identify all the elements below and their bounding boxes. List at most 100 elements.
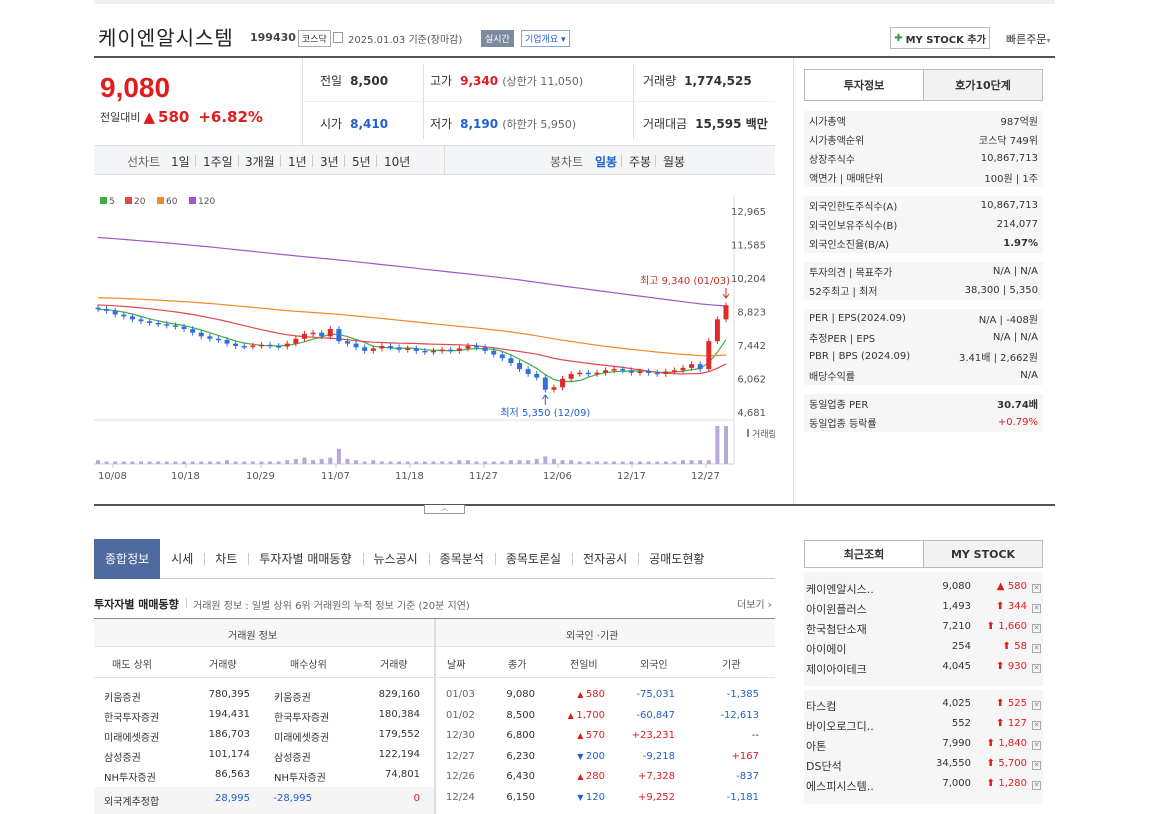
recent-name[interactable]: 바이오로그디.. xyxy=(806,718,874,734)
period-5y[interactable]: 5년 xyxy=(352,153,371,170)
invest-label: PER | EPS(2024.09) xyxy=(809,313,906,324)
daily-date: 12/24 xyxy=(446,791,475,803)
recent-item[interactable]: 바이오로그디.. 552 ⬆ 127 ✕ xyxy=(806,715,1043,735)
collapse-toggle[interactable]: ︿ xyxy=(424,505,465,514)
foreign-inst-header: 외국인 ·기관 xyxy=(566,631,619,642)
company-info-button[interactable]: 기업개요 ▾ xyxy=(521,30,570,47)
volume-bar xyxy=(293,458,298,464)
remove-icon[interactable]: ✕ xyxy=(1032,624,1041,633)
invest-value: 1.97% xyxy=(1003,238,1038,249)
nav-tab[interactable]: 뉴스공시 xyxy=(362,539,429,579)
plus-icon: ✚ xyxy=(894,32,903,44)
recent-item[interactable]: 아톤 7,990 ⬆ 1,840 ✕ xyxy=(806,735,1043,755)
period-10y[interactable]: 10년 xyxy=(384,153,410,170)
volume-bar xyxy=(233,461,238,464)
quick-order-button[interactable]: 빠른주문▾ xyxy=(1006,31,1051,47)
invest-value: 38,300 | 5,350 xyxy=(964,285,1038,296)
remove-icon[interactable]: ✕ xyxy=(1032,584,1041,593)
nav-tab[interactable]: 종목토론실 xyxy=(494,539,572,579)
sell-broker[interactable]: 키움증권 xyxy=(104,689,141,704)
more-link[interactable]: 더보기 › xyxy=(737,596,772,611)
candle-weekly[interactable]: 주봉 xyxy=(629,153,651,170)
recent-item[interactable]: 타스컴 4,025 ⬆ 525 ✕ xyxy=(806,695,1043,715)
recent-name[interactable]: 케이엔알시스.. xyxy=(806,581,874,597)
nav-tab[interactable]: 차트 xyxy=(204,539,248,579)
invest-row: 배당수익률 N/A xyxy=(804,366,1043,385)
volume-bar xyxy=(397,461,402,464)
remove-icon[interactable]: ✕ xyxy=(1032,664,1041,673)
period-1y[interactable]: 1년 xyxy=(288,153,307,170)
remove-icon[interactable]: ✕ xyxy=(1032,701,1041,710)
remove-icon[interactable]: ✕ xyxy=(1032,644,1041,653)
recent-name[interactable]: 아톤 xyxy=(806,738,826,754)
tab-invest-info[interactable]: 투자정보 xyxy=(805,70,923,100)
candle-body xyxy=(344,341,350,344)
remove-icon[interactable]: ✕ xyxy=(1032,781,1041,790)
recent-name[interactable]: 한국첨단소재 xyxy=(806,621,867,637)
period-3m[interactable]: 3개월 xyxy=(245,153,275,170)
trading-title: 투자자별 매매동향 xyxy=(94,598,179,611)
candle-body xyxy=(568,373,574,379)
remove-icon[interactable]: ✕ xyxy=(1032,761,1041,770)
invest-label: 상장주식수 xyxy=(809,155,855,166)
divider xyxy=(303,101,775,102)
add-mystock-button[interactable]: ✚ MY STOCK 추가 xyxy=(890,27,990,49)
recent-name[interactable]: 아이윈플러스 xyxy=(806,601,867,617)
remove-icon[interactable]: ✕ xyxy=(1032,604,1041,613)
sell-broker[interactable]: 삼성증권 xyxy=(104,749,141,764)
tab-mystock[interactable]: MY STOCK xyxy=(923,541,1042,567)
nav-tab[interactable]: 시세 xyxy=(160,539,204,579)
candle-daily[interactable]: 일봉 xyxy=(595,153,617,170)
recent-item[interactable]: 제이아이테크 4,045 ⬆ 930 ✕ xyxy=(806,658,1043,678)
volume-bar xyxy=(457,460,462,464)
nav-tab[interactable]: 공매도현황 xyxy=(638,539,715,579)
column-header: 외국인 xyxy=(640,660,668,671)
volume-bar xyxy=(250,461,255,464)
nav-tab[interactable]: 투자자별 매매동향 xyxy=(248,539,362,579)
recent-name[interactable]: 제이아이테크 xyxy=(806,661,867,677)
tab-orderbook[interactable]: 호가10단계 xyxy=(923,70,1042,100)
buy-broker[interactable]: 삼성증권 xyxy=(274,749,311,764)
buy-broker[interactable]: 미래에셋증권 xyxy=(274,729,329,744)
recent-name[interactable]: 타스컴 xyxy=(806,698,836,714)
recent-item[interactable]: 아이에이 254 ⬆ 58 ✕ xyxy=(806,638,1043,658)
recent-name[interactable]: 에스피시스템.. xyxy=(806,778,874,794)
recent-name[interactable]: DS단석 xyxy=(806,758,842,774)
sell-broker[interactable]: NH투자증권 xyxy=(104,769,156,784)
recent-item[interactable]: 케이엔알시스.. 9,080 ▲ 580 ✕ xyxy=(806,578,1043,598)
buy-broker[interactable]: 키움증권 xyxy=(274,689,311,704)
period-1w[interactable]: 1주일 xyxy=(203,153,233,170)
sell-broker[interactable]: 한국투자증권 xyxy=(104,709,159,724)
volume-bar xyxy=(551,458,556,464)
recent-name[interactable]: 아이에이 xyxy=(806,641,846,657)
y-tick-label: 10,204 xyxy=(731,274,766,285)
volume-bar xyxy=(285,460,290,464)
recent-item[interactable]: 에스피시스템.. 7,000 ⬆ 1,280 ✕ xyxy=(806,775,1043,795)
nav-tab[interactable]: 전자공시 xyxy=(572,539,638,579)
remove-icon[interactable]: ✕ xyxy=(1032,721,1041,730)
buy-broker[interactable]: NH투자증권 xyxy=(274,769,326,784)
price-chart[interactable]: 5 20 60 120 12,965 11,585 10,204 8,823 7,442 6,06… xyxy=(94,175,775,505)
recent-item[interactable]: 한국첨단소재 7,210 ⬆ 1,660 ✕ xyxy=(806,618,1043,638)
volume-bar xyxy=(199,461,204,464)
remove-icon[interactable]: ✕ xyxy=(1032,741,1041,750)
candle-body xyxy=(387,346,393,348)
nav-tab[interactable]: 종목분석 xyxy=(428,539,495,579)
recent-item[interactable]: DS단석 34,550 ⬆ 5,700 ✕ xyxy=(806,755,1043,775)
volume-bar xyxy=(474,461,479,464)
recent-item[interactable]: 아이윈플러스 1,493 ⬆ 344 ✕ xyxy=(806,598,1043,618)
period-3y[interactable]: 3년 xyxy=(320,153,339,170)
legend-label: 5 xyxy=(109,197,115,207)
buy-broker[interactable]: 한국투자증권 xyxy=(274,709,329,724)
stock-code: 199430 xyxy=(250,31,296,44)
invest-group: 투자의견 | 목표주가 N/A | N/A 52주최고 | 최저 38,300 | 5… xyxy=(804,262,1043,300)
candle-body xyxy=(689,364,695,368)
tab-recent[interactable]: 최근조회 xyxy=(805,541,923,567)
candle-monthly[interactable]: 월봉 xyxy=(663,153,685,170)
period-1d[interactable]: 1일 xyxy=(171,153,190,170)
sell-broker[interactable]: 미래에셋증권 xyxy=(104,729,159,744)
nav-tab[interactable]: 종합정보 xyxy=(94,538,161,579)
candle-body xyxy=(560,378,566,388)
realtime-badge[interactable]: 실시간 xyxy=(481,30,514,47)
x-tick-label: 10/29 xyxy=(246,471,275,482)
